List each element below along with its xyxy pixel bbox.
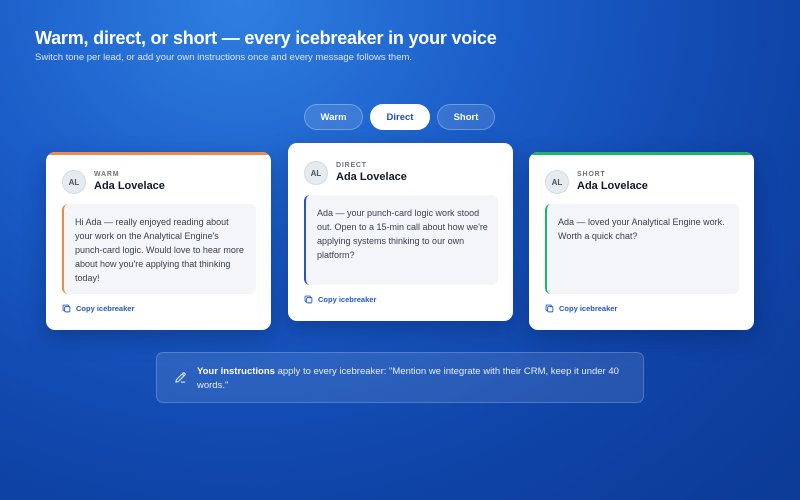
instructions-banner: Your instructions apply to every icebrea…	[156, 352, 644, 403]
icebreaker-message: Hi Ada — really enjoyed reading about yo…	[62, 204, 256, 294]
page-title: Warm, direct, or short — every icebreake…	[35, 28, 497, 48]
copy-icon	[545, 304, 554, 313]
lead-name: Ada Lovelace	[577, 180, 648, 192]
avatar: AL	[545, 170, 569, 194]
tab-warm[interactable]: Warm	[304, 104, 363, 130]
icebreaker-card-short: AL SHORT Ada Lovelace Ada — loved your A…	[529, 152, 754, 330]
card-accent-bar	[46, 152, 271, 155]
icebreaker-message: Ada — your punch-card logic work stood o…	[304, 195, 498, 285]
copy-icebreaker-button[interactable]: Copy icebreaker	[545, 304, 617, 313]
tone-tabs: Warm Direct Short	[304, 104, 495, 130]
lead-name: Ada Lovelace	[336, 171, 407, 183]
copy-label: Copy icebreaker	[559, 304, 618, 313]
tone-label: SHORT	[577, 171, 606, 178]
avatar: AL	[304, 161, 328, 185]
copy-icon	[304, 295, 313, 304]
lead-name: Ada Lovelace	[94, 180, 165, 192]
copy-label: Copy icebreaker	[76, 304, 135, 313]
copy-icebreaker-button[interactable]: Copy icebreaker	[304, 295, 376, 304]
tab-direct[interactable]: Direct	[370, 104, 430, 130]
icebreaker-message: Ada — loved your Analytical Engine work.…	[545, 204, 739, 294]
icebreaker-card-direct: AL DIRECT Ada Lovelace Ada — your punch-…	[288, 143, 513, 321]
instructions-label: Your instructions	[197, 366, 275, 377]
tab-short[interactable]: Short	[437, 104, 495, 130]
page-subtitle: Switch tone per lead, or add your own in…	[35, 52, 413, 63]
tone-label: WARM	[94, 171, 120, 178]
card-accent-bar	[529, 152, 754, 155]
copy-icebreaker-button[interactable]: Copy icebreaker	[62, 304, 134, 313]
tone-label: DIRECT	[336, 162, 367, 169]
copy-icon	[62, 304, 71, 313]
pencil-icon	[175, 372, 186, 383]
copy-label: Copy icebreaker	[318, 295, 377, 304]
card-accent-bar	[288, 143, 513, 146]
icebreaker-card-warm: AL WARM Ada Lovelace Hi Ada — really enj…	[46, 152, 271, 330]
avatar: AL	[62, 170, 86, 194]
